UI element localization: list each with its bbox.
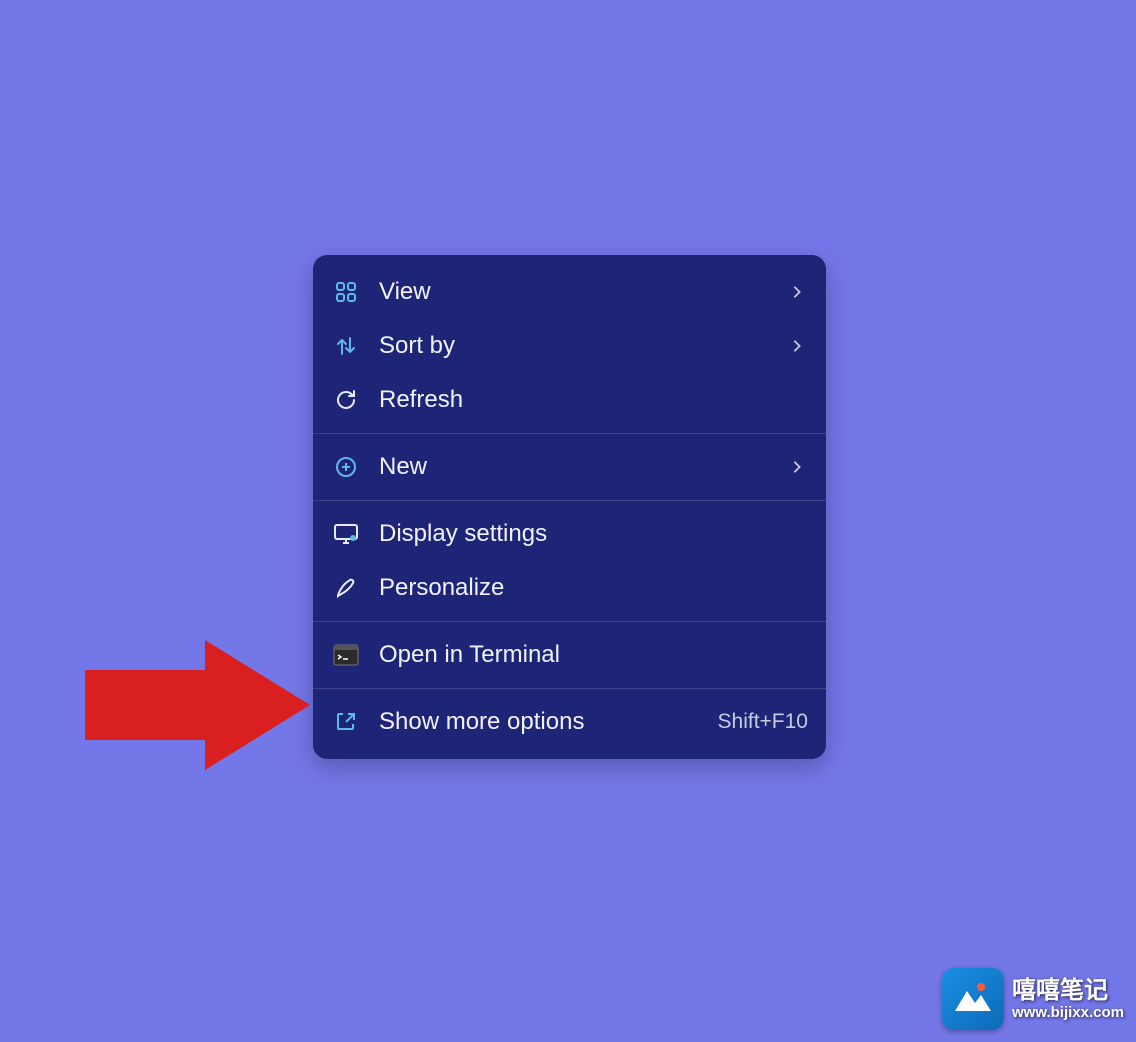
red-arrow-annotation — [85, 640, 310, 770]
watermark-url: www.bijixx.com — [1012, 1004, 1124, 1021]
menu-label: New — [379, 453, 768, 481]
menu-item-sort-by[interactable]: Sort by — [313, 319, 826, 373]
menu-divider — [313, 433, 826, 434]
menu-divider — [313, 688, 826, 689]
menu-item-show-more-options[interactable]: Show more options Shift+F10 — [313, 695, 826, 749]
watermark-text: 嘻嘻笔记 www.bijixx.com — [1012, 977, 1124, 1022]
expand-icon — [331, 707, 361, 737]
menu-label: View — [379, 278, 768, 306]
desktop-context-menu: View Sort by Refresh New — [313, 255, 826, 759]
watermark-logo-icon — [942, 968, 1004, 1030]
menu-label: Show more options — [379, 708, 700, 736]
menu-divider — [313, 621, 826, 622]
grid-icon — [331, 277, 361, 307]
menu-item-personalize[interactable]: Personalize — [313, 561, 826, 615]
menu-item-new[interactable]: New — [313, 440, 826, 494]
menu-accelerator: Shift+F10 — [718, 710, 808, 734]
menu-item-open-terminal[interactable]: Open in Terminal — [313, 628, 826, 682]
menu-item-refresh[interactable]: Refresh — [313, 373, 826, 427]
menu-label: Sort by — [379, 332, 768, 360]
sort-icon — [331, 331, 361, 361]
menu-label: Display settings — [379, 520, 808, 548]
pen-icon — [331, 573, 361, 603]
menu-divider — [313, 500, 826, 501]
menu-item-display-settings[interactable]: Display settings — [313, 507, 826, 561]
menu-label: Personalize — [379, 574, 808, 602]
watermark: 嘻嘻笔记 www.bijixx.com — [942, 968, 1124, 1030]
display-icon — [331, 519, 361, 549]
terminal-icon — [331, 640, 361, 670]
menu-item-view[interactable]: View — [313, 265, 826, 319]
chevron-right-icon — [786, 335, 808, 357]
chevron-right-icon — [786, 281, 808, 303]
plus-circle-icon — [331, 452, 361, 482]
menu-label: Refresh — [379, 386, 808, 414]
chevron-right-icon — [786, 456, 808, 478]
menu-label: Open in Terminal — [379, 641, 808, 669]
watermark-title: 嘻嘻笔记 — [1012, 977, 1124, 1005]
refresh-icon — [331, 385, 361, 415]
